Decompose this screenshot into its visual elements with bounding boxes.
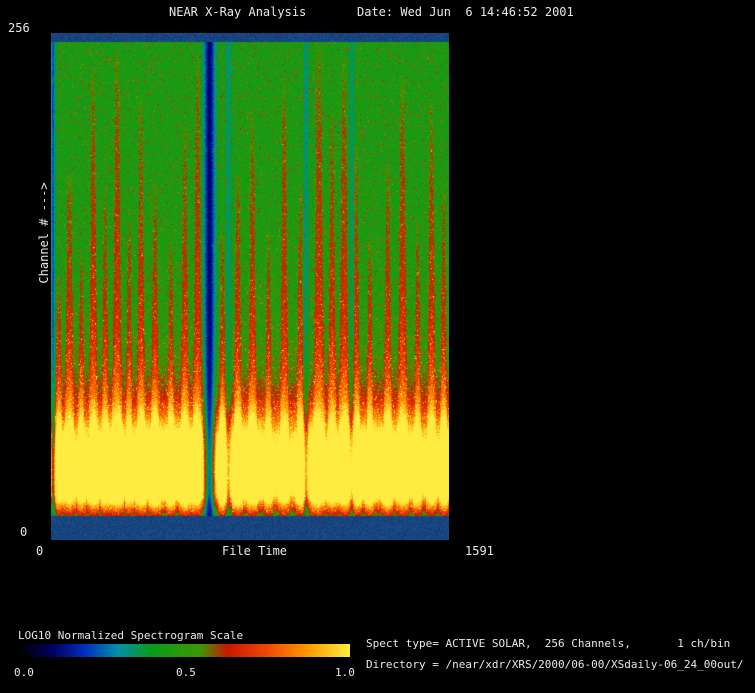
x-axis-tick-min: 0 [36, 544, 44, 558]
y-axis-tick-min: 0 [20, 525, 28, 539]
spectrogram-canvas [51, 33, 449, 540]
colorbar-label: LOG10 Normalized Spectrogram Scale [18, 629, 244, 642]
near-xray-analysis-window: NEAR X-Ray Analysis Date: Wed Jun 6 14:4… [0, 0, 755, 693]
colorbar-tick-min: 0.0 [14, 666, 34, 679]
date-label: Date: Wed Jun 6 14:46:52 2001 [357, 5, 574, 19]
colorbar-tick-max: 1.0 [335, 666, 355, 679]
y-axis-label: Channel # ---> [37, 182, 51, 284]
page-title: NEAR X-Ray Analysis [169, 5, 307, 19]
colorbar-gradient [18, 644, 350, 657]
spect-type-line: Spect type= ACTIVE SOLAR, 256 Channels, … [366, 637, 731, 650]
directory-line: Directory = /near/xdr/XRS/2000/06-00/XSd… [366, 658, 744, 671]
colorbar-tick-mid: 0.5 [176, 666, 196, 679]
x-axis-label: File Time [222, 544, 288, 558]
x-axis-tick-max: 1591 [465, 544, 494, 558]
y-axis-tick-max: 256 [8, 21, 30, 35]
